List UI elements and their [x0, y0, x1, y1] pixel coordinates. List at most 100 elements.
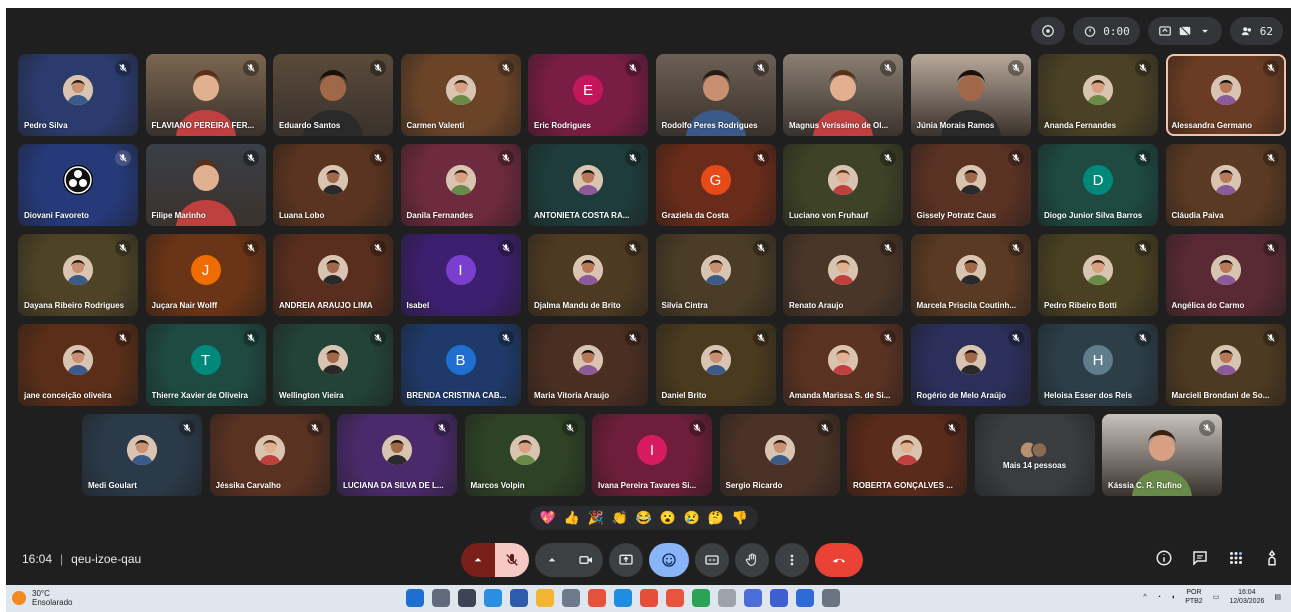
participant-tile[interactable]: Jéssika Carvalho — [209, 414, 330, 496]
participant-tile[interactable]: Daniel Brito — [655, 324, 776, 406]
participant-tile[interactable]: Filipe Marinho — [145, 144, 266, 226]
host-controls-icon[interactable] — [1263, 549, 1281, 567]
mic-options-button[interactable] — [461, 543, 495, 577]
participant-tile[interactable]: Djalma Mandu de Brito — [528, 234, 648, 316]
reaction-emoji[interactable]: 💖 — [538, 508, 558, 528]
participant-tile[interactable]: jane conceição oliveira — [18, 324, 138, 406]
participant-tile[interactable]: Marcos Volpin — [464, 414, 585, 496]
participant-tile[interactable]: Sergio Ricardo — [719, 414, 840, 496]
participant-tile[interactable]: I Isabel — [400, 234, 521, 316]
participant-tile[interactable]: D Diogo Junior Silva Barros — [1038, 144, 1158, 226]
participant-tile[interactable]: Rogério de Melo Araújo — [910, 324, 1031, 406]
language-indicator[interactable]: POR PTB2 — [1185, 588, 1203, 606]
participant-tile[interactable]: Rodolfo Peres Rodrigues — [655, 54, 776, 136]
chat-icon[interactable] — [1191, 549, 1209, 567]
share-chip[interactable] — [1147, 17, 1222, 45]
file-explorer-icon[interactable] — [536, 589, 554, 607]
app-icon-doc[interactable] — [796, 589, 814, 607]
participant-tile[interactable]: G Graziela da Costa — [655, 144, 776, 226]
camera-options-button[interactable] — [535, 543, 569, 577]
participant-tile[interactable]: LUCIANA DA SILVA DE L... — [337, 414, 457, 496]
participant-tile[interactable]: Pedro Silva — [18, 54, 138, 136]
weather-widget[interactable]: 30°C Ensolarado — [12, 589, 72, 607]
reaction-emoji[interactable]: 👏 — [610, 508, 630, 528]
whatsapp-icon[interactable] — [692, 589, 710, 607]
participant-tile[interactable]: Wellington Vieira — [273, 324, 393, 406]
raise-hand-button[interactable] — [735, 543, 769, 577]
participant-tile[interactable]: I Ivana Pereira Tavares Si... — [592, 414, 712, 496]
participant-tile[interactable]: Gissely Potratz Caus — [910, 144, 1031, 226]
notification-icon[interactable]: ▤ — [1274, 593, 1281, 601]
participant-tile[interactable]: E Eric Rodrigues — [528, 54, 648, 136]
participant-tile[interactable]: T Thierre Xavier de Oliveira — [145, 324, 266, 406]
timer-chip[interactable]: 0:00 — [1073, 17, 1140, 45]
participant-tile[interactable]: Kássia C. R. Rufino — [1102, 414, 1222, 496]
participant-tile[interactable]: Danila Fernandes — [400, 144, 521, 226]
participant-tile[interactable]: H Heloisa Esser dos Reis — [1038, 324, 1158, 406]
participant-tile[interactable]: FLAVIANO PEREIRA FER... — [145, 54, 266, 136]
display-icon[interactable]: ▭ — [1213, 593, 1220, 601]
participant-tile[interactable]: Diovani Favoreto — [18, 144, 138, 226]
reaction-emoji[interactable]: 🎉 — [586, 508, 606, 528]
reaction-emoji[interactable]: 👎 — [730, 508, 750, 528]
participant-tile[interactable]: Marcieli Brondani de So... — [1165, 324, 1286, 406]
participant-tile[interactable]: Ananda Fernandes — [1038, 54, 1158, 136]
reaction-emoji[interactable]: 🤔 — [706, 508, 726, 528]
app-icon-grey[interactable] — [718, 589, 736, 607]
participant-tile[interactable]: Maria Vitoria Araujo — [528, 324, 648, 406]
notepad-icon[interactable] — [562, 589, 580, 607]
chevron-up-icon[interactable]: ^ — [1143, 594, 1146, 601]
app-icon-blue[interactable] — [744, 589, 762, 607]
participant-tile[interactable]: ROBERTA GONÇALVES ... — [847, 414, 967, 496]
reaction-emoji[interactable]: 👍 — [562, 508, 582, 528]
edge-icon[interactable] — [614, 589, 632, 607]
present-button[interactable] — [609, 543, 643, 577]
participant-tile[interactable]: Cláudia Paiva — [1165, 144, 1286, 226]
participant-tile[interactable]: Carmen Valenti — [400, 54, 521, 136]
start-icon[interactable] — [406, 589, 424, 607]
search-icon[interactable] — [432, 589, 450, 607]
participant-tile[interactable]: Luciano von Fruhauf — [783, 144, 903, 226]
participant-tile[interactable]: Amanda Marissa S. de Si... — [783, 324, 903, 406]
participant-tile[interactable]: ANTONIETA COSTA RA... — [528, 144, 648, 226]
participant-tile[interactable]: Pedro Ribeiro Botti — [1038, 234, 1158, 316]
info-chip[interactable] — [1031, 17, 1066, 45]
app-icon-red[interactable] — [588, 589, 606, 607]
participant-tile[interactable]: Dayana Ribeiro Rodrigues — [18, 234, 138, 316]
participant-tile[interactable]: B BRENDA CRISTINA CAB... — [400, 324, 521, 406]
hangup-button[interactable] — [815, 543, 863, 577]
firefox-icon[interactable] — [666, 589, 684, 607]
taskbar-clock[interactable]: 16:04 12/03/2026 — [1229, 588, 1264, 606]
participant-tile[interactable]: Eduardo Santos — [273, 54, 393, 136]
participant-tile[interactable]: Mais 14 pessoas — [974, 414, 1095, 496]
emoji-button[interactable] — [649, 543, 689, 577]
participant-tile[interactable]: Luana Lobo — [273, 144, 393, 226]
task-view-icon[interactable] — [458, 589, 476, 607]
participant-tile[interactable]: Medi Goulart — [82, 414, 202, 496]
participant-tile[interactable]: Magnus Veríssimo de Ol... — [783, 54, 903, 136]
participant-tile[interactable]: Angélica do Carmo — [1165, 234, 1286, 316]
participant-tile[interactable]: J Juçara Nair Wolff — [145, 234, 266, 316]
app-icon-indigo[interactable] — [770, 589, 788, 607]
more-options-button[interactable] — [775, 543, 809, 577]
participant-tile[interactable]: Júnia Morais Ramos — [910, 54, 1031, 136]
camera-toggle-button[interactable] — [569, 543, 603, 577]
participant-tile[interactable]: Renato Araujo — [783, 234, 903, 316]
network-icon[interactable]: ◔ — [1157, 594, 1161, 601]
copilot-icon[interactable] — [484, 589, 502, 607]
reaction-emoji[interactable]: 😮 — [658, 508, 678, 528]
settings-icon[interactable] — [822, 589, 840, 607]
activities-icon[interactable] — [1227, 549, 1245, 567]
participant-tile[interactable]: Silvia Cintra — [655, 234, 776, 316]
people-chip[interactable]: 62 — [1229, 17, 1283, 45]
reaction-emoji[interactable]: 😢 — [682, 508, 702, 528]
volume-icon[interactable]: ◖ — [1171, 594, 1175, 601]
store-icon[interactable] — [510, 589, 528, 607]
chrome-icon[interactable] — [640, 589, 658, 607]
participant-tile[interactable]: ANDREIA ARAUJO LIMA — [273, 234, 393, 316]
captions-button[interactable] — [695, 543, 729, 577]
participant-tile[interactable]: Alessandra Germano — [1165, 54, 1286, 136]
mic-toggle-button[interactable] — [495, 543, 529, 577]
participant-tile[interactable]: Marcela Priscila Coutinh... — [910, 234, 1031, 316]
info-icon[interactable] — [1155, 549, 1173, 567]
